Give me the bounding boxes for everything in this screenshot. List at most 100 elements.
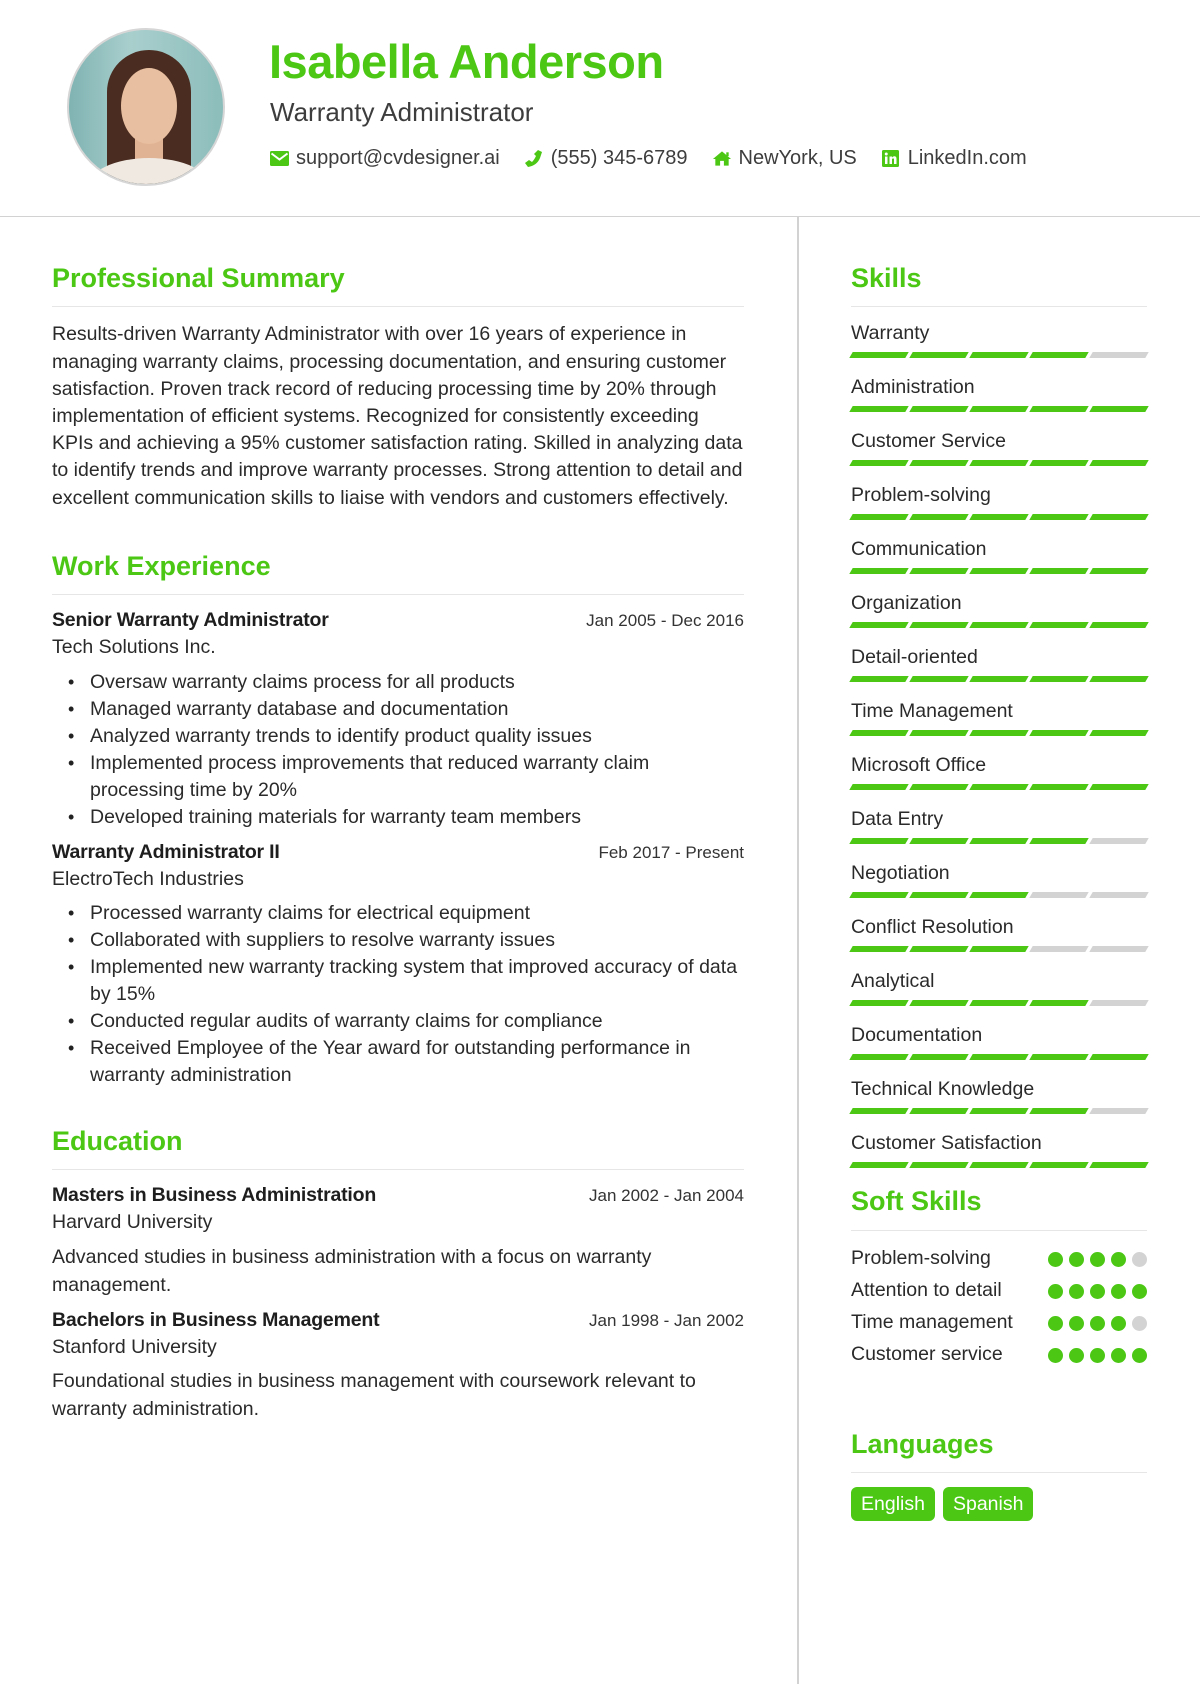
skill-item: Detail-oriented	[849, 645, 1149, 683]
skill-level-bar	[849, 892, 1149, 899]
job-bullet: Collaborated with suppliers to resolve w…	[68, 927, 744, 954]
skill-segment-filled	[1029, 730, 1089, 737]
job-header: Warranty Administrator II Feb 2017 - Pres…	[52, 841, 744, 864]
skill-item: Organization	[849, 591, 1149, 629]
education-list: Masters in Business Administration Jan 20…	[52, 1184, 744, 1423]
job-bullets: Processed warranty claims for electrical…	[68, 900, 744, 1089]
skill-segment-empty	[1089, 946, 1149, 953]
job-list: Senior Warranty Administrator Jan 2005 - …	[52, 609, 744, 1089]
contact-list: support@cvdesigner.ai (555) 345-6789 New…	[269, 147, 1051, 170]
skill-segment-filled	[909, 946, 969, 953]
skill-segment-filled	[909, 1108, 969, 1115]
skill-segment-filled	[909, 460, 969, 467]
language-list: English Spanish	[851, 1487, 1147, 1522]
skill-item: Negotiation	[849, 861, 1149, 899]
contact-linkedin[interactable]: LinkedIn.com	[881, 147, 1027, 170]
soft-skills-heading: Soft Skills	[851, 1185, 1147, 1231]
skill-level-bar	[849, 1054, 1149, 1061]
skill-item: Administration	[849, 375, 1149, 413]
skill-segment-filled	[1029, 1000, 1089, 1007]
skill-segment-filled	[909, 784, 969, 791]
skill-level-bar	[849, 622, 1149, 629]
rating-dot-filled	[1090, 1283, 1105, 1299]
contact-linkedin-text: LinkedIn.com	[907, 147, 1027, 169]
skill-segment-filled	[849, 1054, 909, 1061]
skill-segment-filled	[1089, 460, 1149, 467]
education-description: Foundational studies in business managem…	[52, 1369, 696, 1420]
candidate-title: Warranty Administrator	[270, 97, 534, 127]
school-name: Harvard University	[52, 1211, 213, 1234]
skill-name: Customer Service	[851, 430, 1006, 453]
school-name: Stanford University	[52, 1335, 217, 1358]
education-header: Masters in Business Administration Jan 20…	[52, 1184, 744, 1207]
skill-item: Documentation	[849, 1023, 1149, 1061]
soft-skill-rating	[1048, 1251, 1147, 1267]
skill-name: Technical Knowledge	[851, 1078, 1035, 1101]
education-section: Education Masters in Business Administra…	[52, 1125, 744, 1423]
skill-segment-filled	[849, 838, 909, 845]
skill-level-bar	[849, 838, 1149, 845]
skill-segment-empty	[1089, 838, 1149, 845]
contact-email[interactable]: support@cvdesigner.ai	[269, 147, 500, 170]
skill-item: Customer Satisfaction	[849, 1131, 1149, 1169]
education-dates: Jan 2002 - Jan 2004	[588, 1186, 744, 1206]
experience-section: Work Experience Senior Warranty Administ…	[52, 550, 744, 1089]
skill-item: Problem-solving	[849, 483, 1149, 521]
skill-level-bar	[849, 352, 1149, 359]
skill-segment-filled	[969, 892, 1029, 899]
job-bullet: Analyzed warranty trends to identify pro…	[68, 723, 744, 750]
contact-location-text: NewYork, US	[738, 147, 857, 169]
skill-segment-filled	[969, 946, 1029, 953]
job-entry: Senior Warranty Administrator Jan 2005 - …	[52, 609, 744, 830]
skill-segment-filled	[1089, 622, 1149, 629]
education-heading: Education	[52, 1125, 744, 1171]
job-bullet: Implemented new warranty tracking system…	[68, 954, 744, 1008]
education-header: Bachelors in Business Management Jan 1998…	[52, 1309, 744, 1332]
skills-heading: Skills	[851, 262, 1147, 308]
job-bullet: Developed training materials for warrant…	[68, 804, 744, 831]
skill-segment-filled	[849, 1162, 909, 1169]
experience-heading: Work Experience	[52, 550, 744, 596]
skill-name: Time Management	[851, 700, 1013, 723]
skill-segment-filled	[1029, 838, 1089, 845]
summary-text: Results-driven Warranty Administrator wi…	[52, 323, 743, 509]
skill-segment-filled	[849, 1000, 909, 1007]
skill-segment-empty	[1089, 892, 1149, 899]
skill-segment-filled	[1029, 1054, 1089, 1061]
skill-segment-filled	[849, 460, 909, 467]
skill-level-bar	[849, 460, 1149, 467]
soft-skill-name: Problem-solving	[851, 1246, 991, 1269]
skill-segment-filled	[849, 622, 909, 629]
skill-item: Microsoft Office	[849, 753, 1149, 791]
column-divider	[797, 217, 799, 1684]
skill-item: Conflict Resolution	[849, 915, 1149, 953]
skill-segment-filled	[969, 838, 1029, 845]
skill-segment-filled	[849, 406, 909, 413]
soft-skill-rating	[1048, 1283, 1147, 1299]
rating-dot-filled	[1048, 1283, 1063, 1299]
home-icon	[712, 149, 732, 169]
job-bullet: Managed warranty database and documentat…	[68, 696, 744, 723]
soft-skill-rating	[1048, 1315, 1147, 1331]
job-bullet: Processed warranty claims for electrical…	[68, 900, 744, 927]
contact-email-text: support@cvdesigner.ai	[296, 147, 500, 169]
phone-icon	[524, 149, 544, 169]
skill-segment-filled	[969, 1162, 1029, 1169]
skill-segment-filled	[969, 784, 1029, 791]
skill-segment-filled	[969, 352, 1029, 359]
soft-skill-item: Customer service	[851, 1341, 1147, 1368]
contact-phone[interactable]: (555) 345-6789	[524, 147, 688, 170]
skill-segment-filled	[849, 352, 909, 359]
education-entry: Bachelors in Business Management Jan 1998…	[52, 1309, 744, 1423]
skill-level-bar	[849, 946, 1149, 953]
skill-name: Negotiation	[851, 862, 950, 885]
skill-item: Data Entry	[849, 807, 1149, 845]
skill-segment-filled	[969, 460, 1029, 467]
job-title: Warranty Administrator II	[52, 840, 280, 863]
main-column: Professional Summary Results-driven Warr…	[52, 262, 744, 1433]
skill-name: Conflict Resolution	[851, 916, 1014, 939]
skill-segment-filled	[1029, 514, 1089, 521]
skill-segment-filled	[909, 622, 969, 629]
soft-skill-name: Time management	[851, 1310, 1013, 1333]
skill-segment-filled	[849, 1108, 909, 1115]
